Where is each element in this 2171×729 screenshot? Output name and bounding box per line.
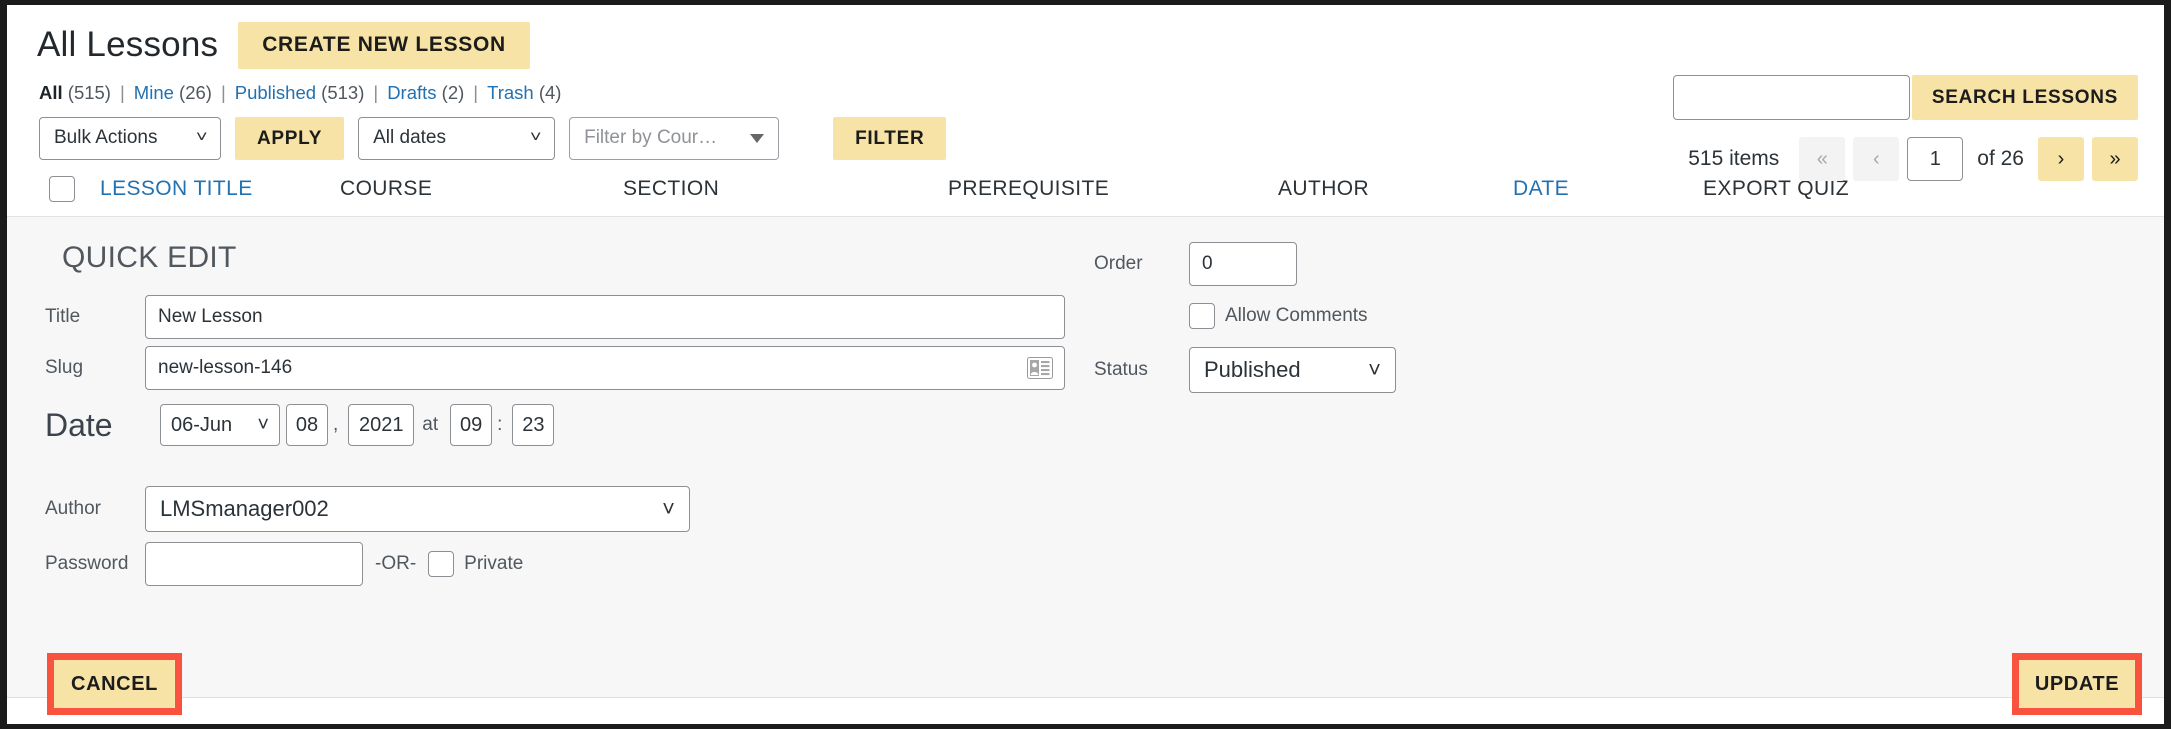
- or-separator-text: -OR-: [375, 553, 417, 574]
- password-field-row: Password -OR- Private: [7, 542, 2164, 586]
- allow-comments-checkbox[interactable]: [1189, 303, 1215, 329]
- chevron-down-icon: ˅: [529, 129, 542, 146]
- column-header-section: SECTION: [623, 176, 720, 200]
- date-minute-input[interactable]: [512, 404, 555, 446]
- page-header: All Lessons CREATE NEW LESSON: [7, 5, 2164, 69]
- course-filter-select[interactable]: Filter by Cour…: [569, 116, 780, 160]
- private-checkbox[interactable]: [428, 551, 455, 577]
- allow-comments-row: Allow Comments: [1094, 291, 1396, 341]
- date-year-input[interactable]: [348, 404, 415, 446]
- update-button[interactable]: UPDATE: [2019, 660, 2135, 708]
- lessons-admin-screen: All Lessons CREATE NEW LESSON All (515) …: [7, 5, 2164, 724]
- date-month-value: 06-Jun: [171, 413, 233, 436]
- search-area: SEARCH LESSONS: [1672, 75, 2138, 120]
- filter-button[interactable]: FILTER: [833, 116, 947, 160]
- previous-page-button: ‹: [1853, 137, 1900, 181]
- status-link-published[interactable]: Published (513): [235, 82, 365, 104]
- date-field-row: Date 06-Jun ˅ , at :: [7, 404, 2164, 446]
- status-separator-4: |: [473, 82, 479, 103]
- status-link-mine-count: (26): [179, 82, 212, 103]
- slug-input[interactable]: [145, 346, 1065, 390]
- status-separator-1: |: [119, 82, 125, 103]
- allow-comments-label: Allow Comments: [1225, 305, 1368, 326]
- total-pages-label: of 26: [1977, 147, 2024, 170]
- status-link-trash[interactable]: Trash (4): [487, 82, 561, 104]
- chevron-down-icon: ˅: [662, 496, 675, 521]
- apply-button[interactable]: APPLY: [235, 116, 345, 160]
- date-colon: :: [497, 414, 503, 435]
- items-count-label: 515 items: [1688, 147, 1780, 170]
- author-value: LMSmanager002: [160, 496, 329, 521]
- column-header-course: COURSE: [340, 176, 433, 200]
- order-label: Order: [1094, 253, 1143, 274]
- course-filter-value: Filter by Cour…: [584, 127, 718, 148]
- chevron-down-icon: ˅: [257, 413, 269, 436]
- status-label: Status: [1094, 359, 1148, 380]
- chevron-down-icon: ˅: [1368, 357, 1381, 382]
- date-month-select[interactable]: 06-Jun ˅: [160, 404, 280, 446]
- next-page-button[interactable]: ›: [2038, 137, 2084, 181]
- first-page-button: «: [1799, 137, 1846, 181]
- slug-field-row: Slug: [7, 346, 2164, 390]
- status-field-row: Status Published ˅: [1094, 345, 1396, 395]
- status-link-published-label[interactable]: Published: [235, 82, 316, 103]
- date-filter-select[interactable]: All dates ˅: [358, 116, 556, 160]
- quick-edit-right-column: Order Allow Comments Status Published ˅: [1094, 239, 1396, 395]
- password-input[interactable]: [145, 542, 363, 586]
- order-input[interactable]: [1189, 242, 1297, 286]
- search-lessons-button[interactable]: SEARCH LESSONS: [1911, 75, 2138, 120]
- password-label: Password: [45, 553, 129, 574]
- status-separator-2: |: [220, 82, 226, 103]
- title-input[interactable]: [145, 295, 1065, 339]
- column-header-prerequisite: PREREQUISITE: [948, 176, 1110, 200]
- status-select[interactable]: Published ˅: [1189, 347, 1396, 393]
- status-link-trash-count: (4): [538, 82, 562, 103]
- status-link-all[interactable]: All (515): [39, 82, 111, 104]
- order-field-row: Order: [1094, 239, 1396, 289]
- status-link-mine-label[interactable]: Mine: [134, 82, 174, 103]
- status-link-mine[interactable]: Mine (26): [134, 82, 212, 104]
- column-header-date[interactable]: DATE: [1513, 177, 1703, 201]
- private-label: Private: [464, 553, 524, 574]
- date-label: Date: [45, 407, 113, 443]
- status-link-all-label[interactable]: All: [39, 82, 63, 103]
- date-comma: ,: [333, 414, 339, 435]
- column-header-author: AUTHOR: [1278, 176, 1370, 200]
- select-all-checkbox[interactable]: [49, 175, 75, 202]
- create-new-lesson-button[interactable]: CREATE NEW LESSON: [238, 21, 530, 69]
- column-header-lesson-title[interactable]: LESSON TITLE: [100, 177, 340, 201]
- page-title: All Lessons: [37, 25, 219, 64]
- author-select[interactable]: LMSmanager002 ˅: [145, 486, 690, 532]
- current-page-input[interactable]: [1907, 137, 1964, 181]
- last-page-button[interactable]: »: [2092, 137, 2138, 181]
- pagination: 515 items « ‹ of 26 › »: [1688, 137, 2138, 181]
- status-value: Published: [1204, 357, 1301, 382]
- cancel-button[interactable]: CANCEL: [54, 660, 175, 708]
- title-label: Title: [45, 306, 81, 327]
- date-filter-value: All dates: [373, 127, 446, 148]
- slug-label: Slug: [45, 357, 84, 378]
- status-link-all-count: (515): [67, 82, 111, 103]
- status-link-drafts-label[interactable]: Drafts: [387, 82, 436, 103]
- author-field-row: Author LMSmanager002 ˅: [7, 486, 2164, 532]
- date-hour-input[interactable]: [450, 404, 493, 446]
- status-separator-3: |: [373, 82, 379, 103]
- bulk-actions-select[interactable]: Bulk Actions ˅: [39, 116, 221, 160]
- status-link-published-count: (513): [321, 82, 365, 103]
- status-link-trash-label[interactable]: Trash: [487, 82, 534, 103]
- quick-edit-heading: QUICK EDIT: [62, 241, 237, 274]
- title-field-row: Title: [7, 295, 2164, 339]
- author-label: Author: [45, 498, 101, 519]
- search-input[interactable]: [1672, 75, 1910, 120]
- chevron-down-icon: ˅: [195, 129, 208, 146]
- quick-edit-panel: QUICK EDIT Title Slug: [7, 217, 2164, 698]
- date-at-text: at: [422, 414, 439, 435]
- bulk-actions-value: Bulk Actions: [54, 127, 158, 148]
- status-link-drafts-count: (2): [441, 82, 465, 103]
- date-day-input[interactable]: [286, 404, 328, 446]
- slug-input-wrapper: [145, 346, 1065, 390]
- status-link-drafts[interactable]: Drafts (2): [387, 82, 464, 104]
- caret-down-icon: [750, 133, 765, 143]
